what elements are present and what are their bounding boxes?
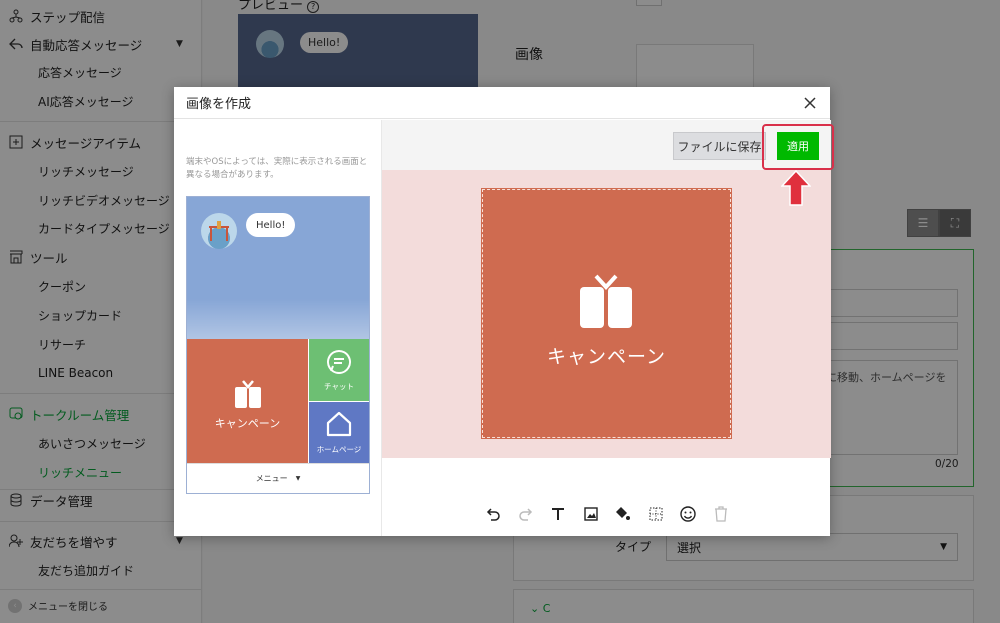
home-icon (326, 411, 352, 440)
device-note: 端末やOSによっては、実際に表示される画面と異なる場合があります。 (186, 157, 368, 181)
menu-cell-home[interactable]: ホームページ (308, 401, 369, 463)
menu-bar-label: メニュー (255, 474, 288, 483)
save-file-button[interactable]: ファイルに保存 (673, 132, 766, 160)
avatar (201, 213, 237, 249)
preview-pane: 端末やOSによっては、実際に表示される画面と異なる場合があります。 Hello!… (174, 120, 381, 536)
cell-label: チャット (324, 382, 354, 391)
canvas-image[interactable]: キャンペーン (481, 188, 732, 439)
gift-icon (234, 379, 262, 412)
redo-icon[interactable] (515, 503, 537, 525)
canvas-area[interactable]: キャンペーン (382, 170, 831, 458)
image-icon[interactable] (580, 503, 602, 525)
dialog-title: 画像を作成 (186, 97, 252, 112)
chat-area: Hello! (187, 197, 369, 339)
phone-preview: Hello! キャンペーン チャット ホームページ メニュー ▼ (186, 196, 370, 494)
close-icon[interactable] (802, 95, 818, 111)
arrow-up-icon (781, 170, 811, 206)
menu-bar[interactable]: メニュー ▼ (187, 463, 369, 493)
cell-label: キャンペーン (214, 417, 281, 430)
grid-icon[interactable] (645, 503, 667, 525)
text-icon[interactable] (547, 503, 569, 525)
menu-cell-chat[interactable]: チャット (308, 339, 369, 401)
cell-label: ホームページ (316, 445, 362, 454)
preview-bubble: Hello! (246, 213, 296, 237)
dialog-header: 画像を作成 (174, 87, 830, 119)
gift-icon (578, 273, 634, 332)
editor-pane: ファイルに保存 適用 キャンペーン (381, 120, 831, 536)
caret-down-icon: ▼ (295, 475, 301, 482)
undo-icon[interactable] (482, 503, 504, 525)
cloud-decoration (187, 299, 369, 339)
fill-icon[interactable] (612, 503, 634, 525)
menu-cell-campaign[interactable]: キャンペーン (187, 339, 308, 463)
highlight-box (762, 124, 834, 170)
edit-tools (482, 502, 732, 526)
canvas-text[interactable]: キャンペーン (481, 342, 732, 369)
trash-icon[interactable] (710, 503, 732, 525)
create-image-dialog: 画像を作成 端末やOSによっては、実際に表示される画面と異なる場合があります。 … (174, 87, 831, 536)
chat-bubble-icon (326, 349, 352, 378)
sticker-icon[interactable] (677, 503, 699, 525)
